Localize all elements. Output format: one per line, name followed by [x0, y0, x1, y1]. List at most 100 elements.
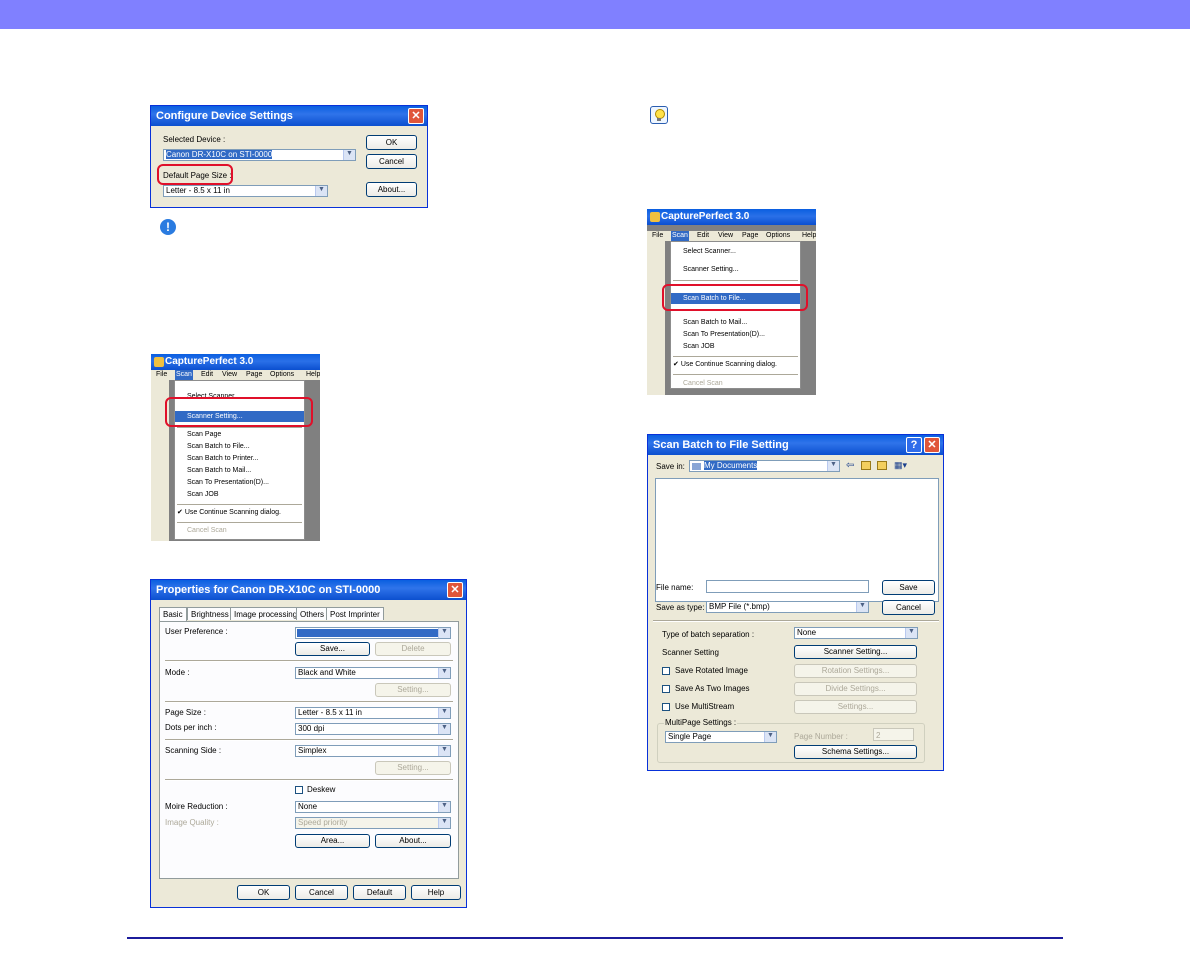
back-icon[interactable]: ⇦ [846, 460, 854, 471]
save-in-label: Save in: [656, 462, 685, 471]
menu-item-scan-to-presentation[interactable]: Scan To Presentation(D)... [175, 477, 304, 488]
menu-item-scan-batch-to-mail[interactable]: Scan Batch to Mail... [175, 465, 304, 476]
menu-edit[interactable]: Edit [201, 370, 213, 380]
menu-item-continue-scanning[interactable]: ✔ Use Continue Scanning dialog. [671, 359, 800, 370]
dots-per-inch-select[interactable]: 300 dpi ▼ [295, 723, 451, 735]
save-as-two-images-label: Save As Two Images [675, 684, 750, 693]
menu-scan[interactable]: Scan [175, 370, 193, 380]
save-button[interactable]: Save... [295, 642, 370, 656]
default-button[interactable]: Default [353, 885, 406, 900]
menu-file[interactable]: File [156, 370, 167, 380]
new-folder-icon[interactable] [877, 461, 887, 470]
tab-others[interactable]: Others [296, 607, 329, 620]
cancel-button[interactable]: Cancel [295, 885, 348, 900]
save-rotated-image-checkbox[interactable] [662, 667, 670, 675]
up-folder-icon[interactable] [861, 461, 871, 470]
menu-help[interactable]: Help [802, 231, 816, 241]
menu-view[interactable]: View [718, 231, 733, 241]
multipage-select[interactable]: Single Page ▼ [665, 731, 777, 743]
use-multistream-checkbox[interactable] [662, 703, 670, 711]
menu-item-scan-page[interactable]: Scan Page [175, 429, 304, 440]
batch-separation-value: None [797, 628, 817, 637]
about-button[interactable]: About... [366, 182, 417, 197]
image-quality-select: Speed priority ▼ [295, 817, 451, 829]
area-button[interactable]: Area... [295, 834, 370, 848]
help-icon[interactable]: ? [906, 437, 922, 453]
page-size-select[interactable]: Letter - 8.5 x 11 in ▼ [295, 707, 451, 719]
tab-basic[interactable]: Basic [159, 607, 187, 622]
menu-edit[interactable]: Edit [697, 231, 709, 241]
menu-item-scan-to-presentation[interactable]: Scan To Presentation(D)... [671, 329, 800, 340]
app-logo-icon [650, 212, 660, 222]
batch-separation-select[interactable]: None ▼ [794, 627, 918, 639]
save-button[interactable]: Save [882, 580, 935, 595]
help-button[interactable]: Help [411, 885, 461, 900]
schema-settings-button[interactable]: Schema Settings... [794, 745, 917, 759]
ok-button[interactable]: OK [237, 885, 290, 900]
scan-menu-dropdown: Select Scanner... Scanner Setting... Sca… [670, 241, 801, 389]
mode-setting-button: Setting... [375, 683, 451, 697]
close-icon[interactable]: ✕ [447, 582, 463, 598]
tab-image-processing[interactable]: Image processing [230, 607, 302, 620]
view-menu-icon[interactable]: ▦▾ [894, 460, 907, 471]
close-icon[interactable]: ✕ [924, 437, 940, 453]
page-size-value: Letter - 8.5 x 11 in [298, 708, 362, 717]
default-page-size-select[interactable]: Letter - 8.5 x 11 in ▼ [163, 185, 328, 197]
menu-page[interactable]: Page [246, 370, 262, 380]
save-rotated-image-label: Save Rotated Image [675, 666, 748, 675]
menu-item-scan-batch-to-file[interactable]: Scan Batch to File... [175, 441, 304, 452]
selected-device-select[interactable]: Canon DR-X10C on STI-0000 ▼ [163, 149, 356, 161]
save-in-select[interactable]: My Documents ▼ [689, 460, 840, 472]
menu-item-scanner-setting[interactable]: Scanner Setting... [671, 264, 800, 275]
menu-separator [673, 374, 798, 375]
scanner-setting-button[interactable]: Scanner Setting... [794, 645, 917, 659]
properties-dialog: Properties for Canon DR-X10C on STI-0000… [150, 579, 467, 908]
deskew-checkbox[interactable] [295, 786, 303, 794]
menu-item-continue-scanning[interactable]: ✔ Use Continue Scanning dialog. [175, 507, 304, 518]
highlight-default-page-size [157, 164, 233, 185]
file-name-input[interactable] [706, 580, 869, 593]
moire-reduction-select[interactable]: None ▼ [295, 801, 451, 813]
save-as-two-images-checkbox[interactable] [662, 685, 670, 693]
menu-options[interactable]: Options [766, 231, 790, 241]
delete-button: Delete [375, 642, 451, 656]
menu-item-scan-job[interactable]: Scan JOB [175, 489, 304, 500]
chevron-down-icon: ▼ [438, 668, 450, 678]
menu-page[interactable]: Page [742, 231, 758, 241]
menu-item-scan-batch-to-printer[interactable]: Scan Batch to Printer... [175, 453, 304, 464]
close-icon[interactable]: ✕ [408, 108, 424, 124]
divider [165, 779, 453, 781]
checkmark-icon: ✔ [177, 509, 185, 516]
menu-bar: File Scan Edit View Page Options Help [151, 370, 320, 380]
menu-item-select-scanner[interactable]: Select Scanner... [671, 246, 800, 257]
menu-file[interactable]: File [652, 231, 663, 241]
menu-help[interactable]: Help [306, 370, 320, 380]
page-size-label: Page Size : [165, 708, 206, 717]
menu-item-scan-batch-to-mail[interactable]: Scan Batch to Mail... [671, 317, 800, 328]
cancel-button[interactable]: Cancel [366, 154, 417, 169]
ok-button[interactable]: OK [366, 135, 417, 150]
user-preference-label: User Preference : [165, 627, 228, 636]
app-title: CapturePerfect 3.0 [151, 354, 320, 370]
save-as-type-value: BMP File (*.bmp) [709, 602, 770, 611]
menu-item-scan-job[interactable]: Scan JOB [671, 341, 800, 352]
configure-device-settings-dialog: Configure Device Settings ✕ Selected Dev… [150, 105, 428, 208]
tab-brightness[interactable]: Brightness [187, 607, 233, 620]
menu-scan[interactable]: Scan [671, 231, 689, 241]
menu-view[interactable]: View [222, 370, 237, 380]
save-as-type-select[interactable]: BMP File (*.bmp) ▼ [706, 601, 869, 613]
tab-post-imprinter[interactable]: Post Imprinter [326, 607, 384, 620]
chevron-down-icon: ▼ [905, 628, 917, 638]
image-quality-value: Speed priority [298, 818, 348, 827]
menu-options[interactable]: Options [270, 370, 294, 380]
mode-select[interactable]: Black and White ▼ [295, 667, 451, 679]
scanning-side-select[interactable]: Simplex ▼ [295, 745, 451, 757]
header-bar [0, 0, 1190, 29]
cancel-button[interactable]: Cancel [882, 600, 935, 615]
user-preference-select[interactable]: ▼ [295, 627, 451, 639]
hint-lightbulb-icon [650, 106, 668, 124]
chevron-down-icon: ▼ [856, 602, 868, 612]
tab-strip: Basic Brightness Image processing Others… [159, 607, 459, 622]
about-button[interactable]: About... [375, 834, 451, 848]
scanning-side-value: Simplex [298, 746, 327, 755]
